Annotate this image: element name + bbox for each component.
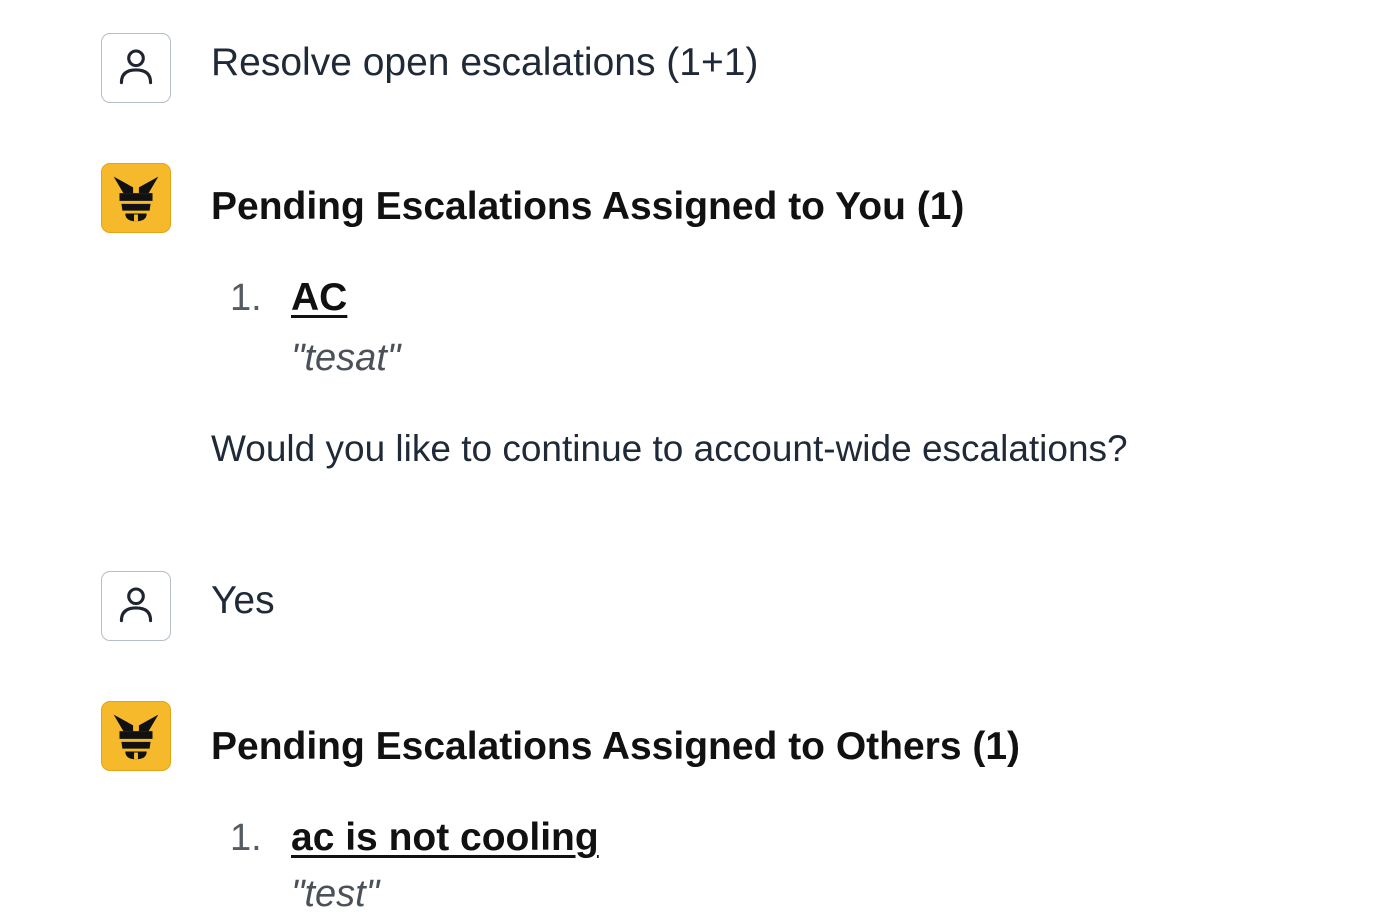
escalation-link[interactable]: AC	[291, 270, 347, 326]
bot-avatar	[101, 163, 171, 233]
user-message-text: Resolve open escalations (1+1)	[211, 41, 759, 84]
user-message-text: Yes	[211, 579, 275, 622]
escalation-link[interactable]: ac is not cooling	[291, 810, 599, 866]
list-item-number: 1.	[230, 817, 262, 859]
bee-logo-icon	[113, 714, 159, 760]
escalation-quote: "tesat"	[291, 337, 401, 379]
escalations-heading: Pending Escalations Assigned to You (1)	[211, 185, 965, 228]
person-icon	[119, 49, 153, 85]
user-avatar	[101, 571, 171, 641]
person-icon	[119, 587, 153, 623]
chat-transcript: Resolve open escalations (1+1) Pending E…	[0, 0, 1400, 920]
bee-logo-icon	[113, 176, 159, 222]
escalation-quote: "test"	[291, 873, 380, 915]
escalations-heading: Pending Escalations Assigned to Others (…	[211, 725, 1021, 768]
bot-avatar	[101, 701, 171, 771]
followup-question: Would you like to continue to account-wi…	[211, 428, 1128, 469]
list-item-number: 1.	[230, 277, 262, 319]
user-avatar	[101, 33, 171, 103]
